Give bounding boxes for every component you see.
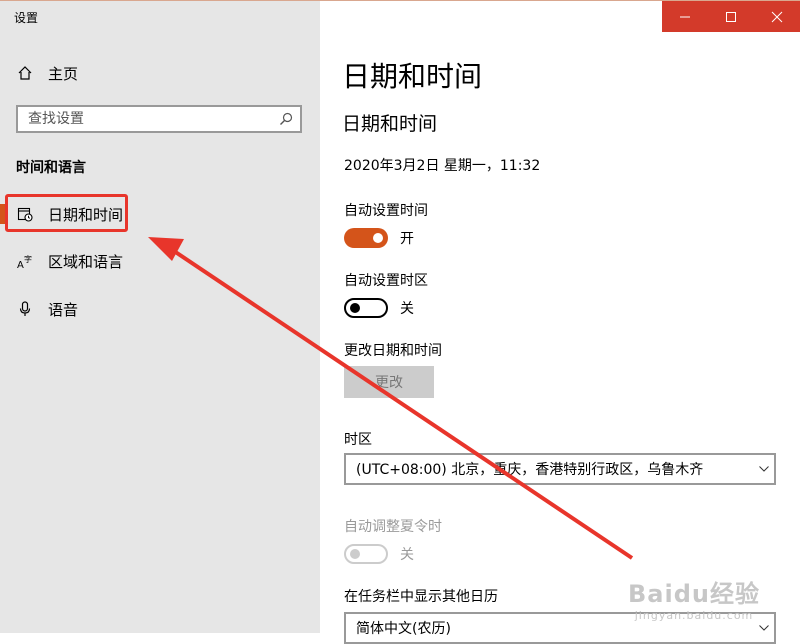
section-title: 日期和时间 (342, 113, 438, 135)
auto-timezone-toggle[interactable] (344, 298, 388, 318)
sidebar-item-label: 区域和语言 (48, 252, 124, 271)
svg-text:A: A (17, 260, 24, 269)
auto-time-toggle-row: 开 (344, 228, 414, 248)
timezone-label: 时区 (344, 432, 372, 448)
home-icon (16, 64, 34, 82)
current-datetime: 2020年3月2日 星期一，11:32 (344, 158, 541, 174)
toggle-state-text: 关 (400, 301, 414, 317)
sidebar-item-date-time[interactable]: 日期和时间 (0, 194, 320, 234)
auto-timezone-toggle-row: 关 (344, 298, 414, 318)
timezone-value: (UTC+08:00) 北京，重庆，香港特别行政区，乌鲁木齐 (356, 462, 704, 478)
change-button[interactable]: 更改 (344, 366, 434, 398)
sidebar-section-title: 时间和语言 (16, 160, 86, 176)
sidebar-item-speech[interactable]: 语音 (0, 289, 320, 329)
chevron-down-icon (754, 625, 774, 631)
toggle-knob (350, 549, 360, 559)
window-controls (662, 1, 800, 32)
change-datetime-label: 更改日期和时间 (344, 343, 442, 359)
auto-timezone-label: 自动设置时区 (344, 273, 428, 289)
dst-toggle[interactable] (344, 544, 388, 564)
calendar-clock-icon (16, 205, 34, 223)
sidebar: 设置 主页 时间和语言 日期和时间 A字 区域和语言 语音 (0, 1, 320, 633)
language-icon: A字 (16, 252, 34, 270)
sidebar-item-label: 主页 (48, 64, 79, 83)
search-box[interactable] (16, 105, 302, 133)
auto-time-label: 自动设置时间 (344, 203, 428, 219)
svg-text:字: 字 (24, 254, 32, 264)
microphone-icon (16, 300, 34, 318)
sidebar-item-label: 语音 (48, 300, 79, 319)
sidebar-item-home[interactable]: 主页 (0, 53, 320, 93)
app-title: 设置 (14, 11, 39, 25)
maximize-icon[interactable] (708, 1, 754, 32)
sidebar-item-label: 日期和时间 (48, 205, 124, 224)
toggle-knob (350, 303, 360, 313)
dst-label: 自动调整夏令时 (344, 519, 442, 535)
auto-time-toggle[interactable] (344, 228, 388, 248)
toggle-state-text: 关 (400, 547, 414, 563)
timezone-dropdown[interactable]: (UTC+08:00) 北京，重庆，香港特别行政区，乌鲁木齐 (344, 453, 776, 485)
search-icon[interactable] (276, 112, 296, 126)
dst-toggle-row: 关 (344, 544, 414, 564)
minimize-icon[interactable] (662, 1, 708, 32)
main-panel: 日期和时间 日期和时间 2020年3月2日 星期一，11:32 自动设置时间 开… (320, 1, 800, 644)
toggle-knob (373, 233, 383, 243)
calendar-value: 简体中文(农历) (356, 621, 451, 637)
close-icon[interactable] (754, 1, 800, 32)
toggle-state-text: 开 (400, 231, 414, 247)
calendar-dropdown[interactable]: 简体中文(农历) (344, 612, 776, 644)
page-title: 日期和时间 (342, 60, 483, 93)
chevron-down-icon (754, 466, 774, 472)
calendar-label: 在任务栏中显示其他日历 (344, 589, 498, 605)
search-input[interactable] (18, 110, 276, 128)
sidebar-item-region-language[interactable]: A字 区域和语言 (0, 241, 320, 281)
